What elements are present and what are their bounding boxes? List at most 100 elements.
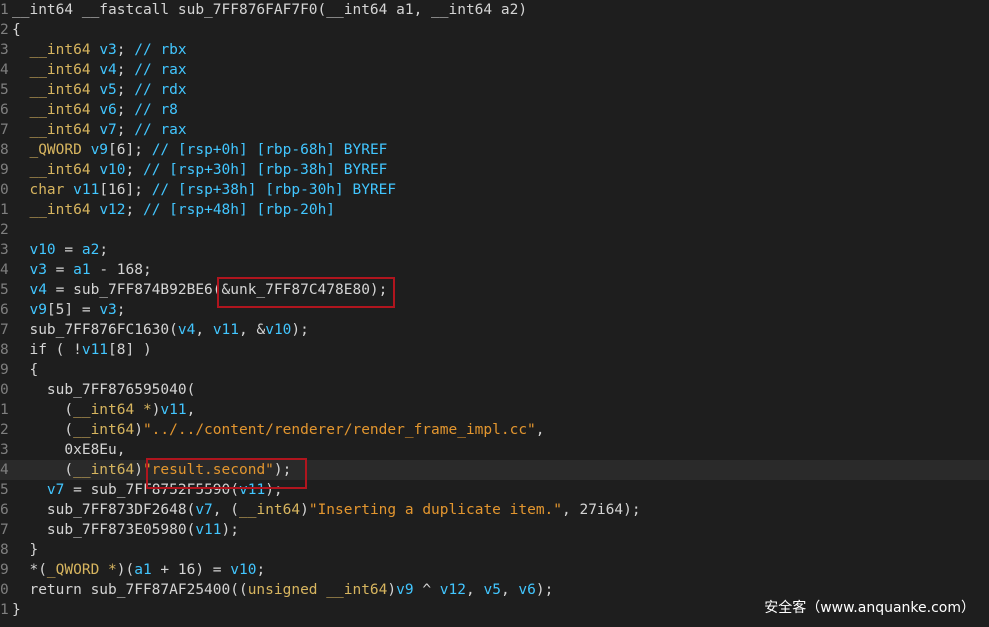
code-token[interactable]: v6 bbox=[518, 582, 535, 598]
code-token[interactable]: a2 bbox=[82, 242, 99, 258]
code-token[interactable]: v9 bbox=[12, 302, 46, 318]
code-token[interactable]: ) bbox=[134, 422, 143, 438]
code-token[interactable]: v3 bbox=[99, 302, 116, 318]
code-token[interactable]: a1 bbox=[134, 562, 151, 578]
code-line[interactable]: 0 sub_7FF876595040( bbox=[0, 380, 989, 400]
code-token[interactable]: v11 bbox=[195, 522, 221, 538]
code-token[interactable]: + 16) = bbox=[152, 562, 231, 578]
code-token[interactable]: , bbox=[501, 582, 518, 598]
code-token[interactable]: // rbx bbox=[134, 42, 186, 58]
code-token[interactable]: "result.second" bbox=[143, 462, 274, 478]
code-token[interactable]: __int64 bbox=[12, 202, 99, 218]
code-token[interactable]: , bbox=[187, 402, 196, 418]
code-token[interactable]: = sub_7FF874B92BE6(&unk_7FF87C478E80); bbox=[47, 282, 388, 298]
code-token[interactable]: __int64 bbox=[12, 82, 99, 98]
code-token[interactable]: // [rsp+0h] [rbp-68h] BYREF bbox=[152, 142, 388, 158]
code-token[interactable]: 0xE8Eu, bbox=[12, 442, 125, 458]
code-token[interactable]: __int64 bbox=[239, 502, 300, 518]
code-token[interactable]: __int64 bbox=[73, 462, 134, 478]
code-token[interactable]: sub_7FF876FC1630( bbox=[12, 322, 177, 338]
code-token[interactable]: sub_7FF873DF2648( bbox=[12, 502, 195, 518]
code-token[interactable]: [16]; bbox=[99, 182, 151, 198]
code-token[interactable]: [5] = bbox=[47, 302, 99, 318]
code-token[interactable]: v11 bbox=[213, 322, 239, 338]
code-token[interactable]: __int64 bbox=[12, 42, 99, 58]
code-token[interactable]: // [rsp+30h] [rbp-38h] BYREF bbox=[143, 162, 387, 178]
code-token[interactable]: v12 bbox=[99, 202, 125, 218]
code-token[interactable]: , bbox=[536, 422, 545, 438]
code-line[interactable]: 8 if ( !v11[8] ) bbox=[0, 340, 989, 360]
code-token[interactable]: v9 bbox=[91, 142, 108, 158]
code-token[interactable]: ; bbox=[256, 562, 265, 578]
code-token[interactable]: __int64 bbox=[12, 162, 99, 178]
code-token[interactable]: } bbox=[12, 542, 38, 558]
code-token[interactable]: ^ bbox=[414, 582, 440, 598]
code-token[interactable]: v11 bbox=[239, 482, 265, 498]
code-token[interactable]: ( bbox=[12, 462, 73, 478]
code-token[interactable]: ); bbox=[222, 522, 239, 538]
code-token[interactable]: v6 bbox=[99, 102, 116, 118]
code-token[interactable]: v7 bbox=[99, 122, 116, 138]
code-token[interactable]: ; bbox=[117, 302, 126, 318]
code-token[interactable]: __int64 __fastcall sub_7FF876FAF7F0(__in… bbox=[12, 2, 527, 18]
code-line[interactable]: 4 (__int64)"result.second"); bbox=[0, 460, 989, 480]
code-line[interactable]: 1 __int64 __fastcall sub_7FF876FAF7F0(__i… bbox=[0, 0, 989, 20]
code-token[interactable]: - 168; bbox=[91, 262, 151, 278]
code-token[interactable]: // [rsp+48h] [rbp-20h] bbox=[143, 202, 335, 218]
code-token[interactable]: "Inserting a duplicate item." bbox=[309, 502, 562, 518]
code-token[interactable]: a1 bbox=[73, 262, 90, 278]
code-token[interactable]: = bbox=[56, 242, 82, 258]
code-line[interactable]: 7 sub_7FF876FC1630(v4, v11, &v10); bbox=[0, 320, 989, 340]
code-token[interactable]: v12 bbox=[440, 582, 466, 598]
code-token[interactable]: v4 bbox=[99, 62, 116, 78]
code-line[interactable]: 7 sub_7FF873E05980(v11); bbox=[0, 520, 989, 540]
code-line[interactable]: 4 __int64 v4; // rax bbox=[0, 60, 989, 80]
code-token[interactable]: __int64 bbox=[12, 62, 99, 78]
code-token[interactable]: = bbox=[47, 262, 73, 278]
code-line[interactable]: 3 __int64 v3; // rbx bbox=[0, 40, 989, 60]
code-token[interactable]: sub_7FF876595040( bbox=[12, 382, 195, 398]
code-line[interactable]: 3 0xE8Eu, bbox=[0, 440, 989, 460]
code-token[interactable]: __int64 bbox=[12, 102, 99, 118]
code-token[interactable]: , & bbox=[239, 322, 265, 338]
code-token[interactable]: ) bbox=[134, 462, 143, 478]
code-line[interactable]: 1 __int64 v12; // [rsp+48h] [rbp-20h] bbox=[0, 200, 989, 220]
code-token[interactable]: // r8 bbox=[134, 102, 178, 118]
code-line[interactable]: 6 v9[5] = v3; bbox=[0, 300, 989, 320]
code-token[interactable]: [6]; bbox=[108, 142, 152, 158]
code-token[interactable]: // [rsp+38h] [rbp-30h] BYREF bbox=[152, 182, 396, 198]
code-line[interactable]: 6 sub_7FF873DF2648(v7, (__int64)"Inserti… bbox=[0, 500, 989, 520]
code-token[interactable]: "../../content/renderer/render_frame_imp… bbox=[143, 422, 536, 438]
code-token[interactable]: , bbox=[195, 322, 212, 338]
code-token[interactable]: v7 bbox=[195, 502, 212, 518]
code-token[interactable]: ( bbox=[12, 422, 73, 438]
code-line[interactable]: 2 bbox=[0, 220, 989, 240]
code-token[interactable]: ); bbox=[274, 462, 291, 478]
code-token[interactable]: } bbox=[12, 602, 21, 618]
code-token[interactable]: ); bbox=[291, 322, 308, 338]
code-token[interactable]: ); bbox=[536, 582, 553, 598]
code-token[interactable]: v10 bbox=[99, 162, 125, 178]
code-token[interactable]: if ( ! bbox=[12, 342, 81, 358]
code-token[interactable]: , ( bbox=[213, 502, 239, 518]
code-token[interactable]: char bbox=[12, 182, 73, 198]
code-token[interactable]: v4 bbox=[178, 322, 195, 338]
code-token[interactable]: v3 bbox=[99, 42, 116, 58]
code-line[interactable]: 6 __int64 v6; // r8 bbox=[0, 100, 989, 120]
code-token[interactable]: // rax bbox=[134, 62, 186, 78]
code-token[interactable]: _QWORD bbox=[12, 142, 91, 158]
code-token[interactable]: // rdx bbox=[134, 82, 186, 98]
code-token[interactable]: v3 bbox=[12, 262, 46, 278]
code-token[interactable]: ; bbox=[99, 242, 108, 258]
code-token[interactable]: return sub_7FF87AF25400(( bbox=[12, 582, 247, 598]
code-token[interactable]: v11 bbox=[73, 182, 99, 198]
code-token[interactable]: __int64 bbox=[12, 122, 99, 138]
code-token[interactable]: ; bbox=[126, 202, 143, 218]
code-token[interactable]: ) bbox=[387, 582, 396, 598]
code-token[interactable]: ; bbox=[117, 82, 134, 98]
code-line[interactable]: 2{ bbox=[0, 20, 989, 40]
code-line[interactable]: 0 char v11[16]; // [rsp+38h] [rbp-30h] B… bbox=[0, 180, 989, 200]
code-token[interactable]: v10 bbox=[12, 242, 55, 258]
code-token[interactable]: ); bbox=[265, 482, 282, 498]
code-token[interactable]: ) bbox=[300, 502, 309, 518]
